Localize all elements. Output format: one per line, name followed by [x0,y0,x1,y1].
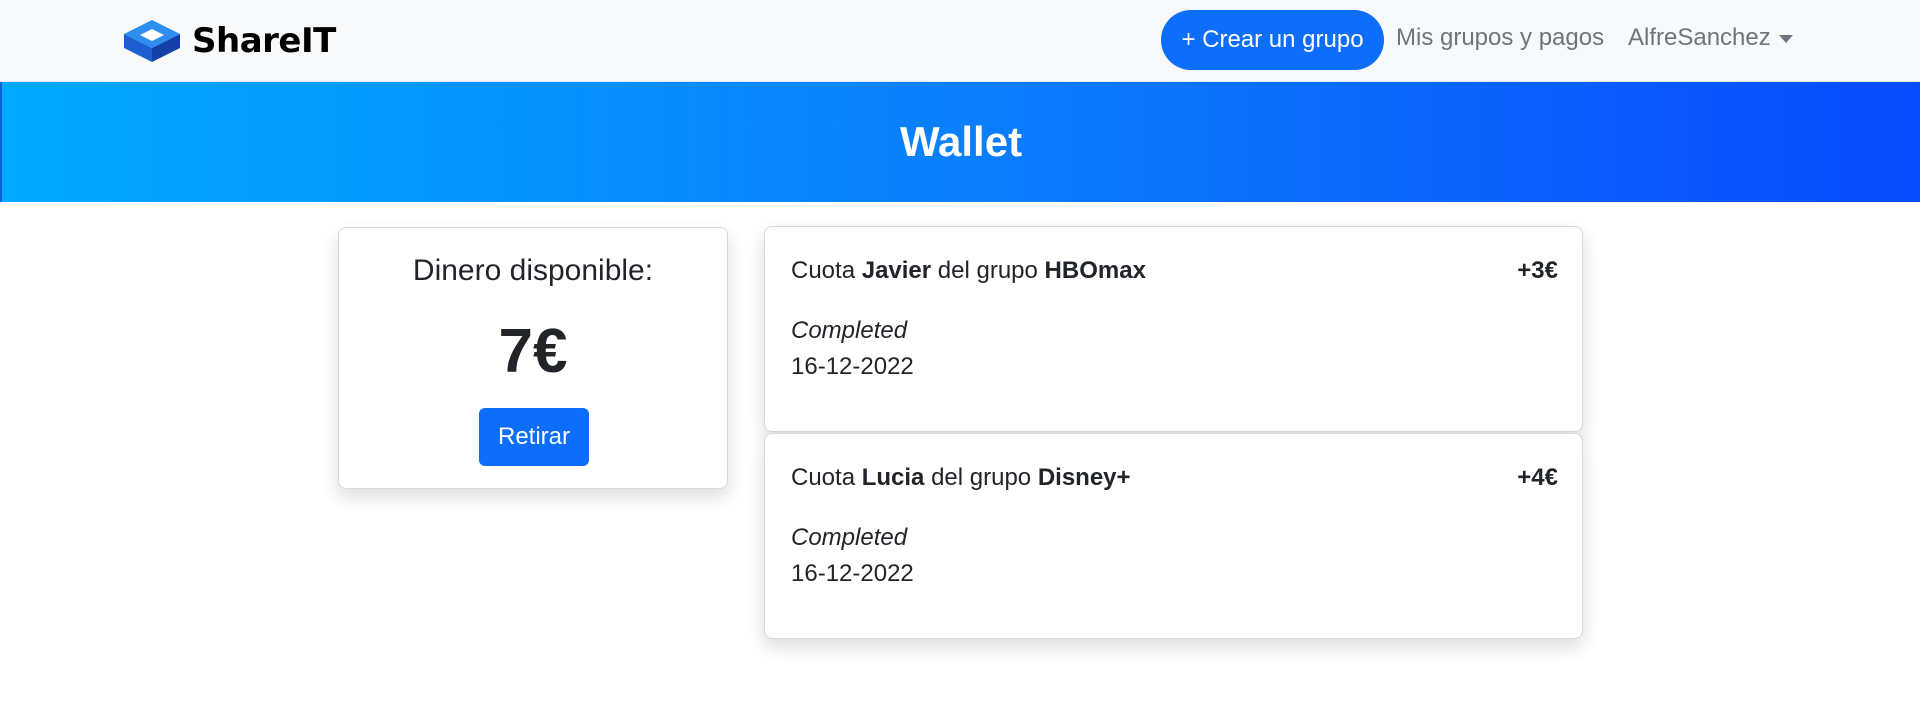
transaction-prefix: Cuota [791,257,856,284]
nav-my-groups-link[interactable]: Mis grupos y pagos [1396,24,1604,52]
caret-down-icon [1778,35,1793,43]
cube-logo-icon [124,20,180,62]
transaction-amount: +4€ [1517,464,1558,491]
withdraw-button[interactable]: Retirar [479,408,589,466]
create-group-button[interactable]: + Crear un grupo [1161,10,1384,70]
transaction-user: Lucia [861,464,925,491]
page-banner: Wallet [0,82,1920,202]
transaction-description: Cuota Lucia del grupo Disney+ [791,464,1131,492]
user-menu-dropdown[interactable]: AlfreSanchez [1628,24,1793,52]
balance-card: Dinero disponible: 7€ Retirar [338,227,728,489]
brand-name: ShareIT [192,21,336,61]
transaction-date: 16-12-2022 [791,353,914,380]
transaction-date: 16-12-2022 [791,560,914,587]
transaction-prefix: Cuota [791,464,856,491]
transaction-group: Disney+ [1037,464,1131,491]
transaction-card: Cuota Javier del grupo HBOmax +3€ Comple… [764,226,1583,432]
transaction-amount: +3€ [1517,257,1558,284]
transaction-middle: del grupo [931,464,1032,491]
top-navbar: ShareIT + Crear un grupo Mis grupos y pa… [0,0,1920,82]
balance-label: Dinero disponible: [412,254,654,287]
transaction-description: Cuota Javier del grupo HBOmax [791,257,1146,285]
transaction-middle: del grupo [937,257,1038,284]
page-title: Wallet [899,118,1023,165]
transaction-card: Cuota Lucia del grupo Disney+ +4€ Comple… [764,433,1583,639]
user-name: AlfreSanchez [1628,24,1771,51]
transaction-user: Javier [861,257,932,284]
brand[interactable]: ShareIT [122,18,336,64]
transaction-group: HBOmax [1044,257,1146,284]
transaction-status: Completed [791,317,908,344]
transaction-status: Completed [791,524,908,551]
balance-amount: 7€ [498,317,568,386]
